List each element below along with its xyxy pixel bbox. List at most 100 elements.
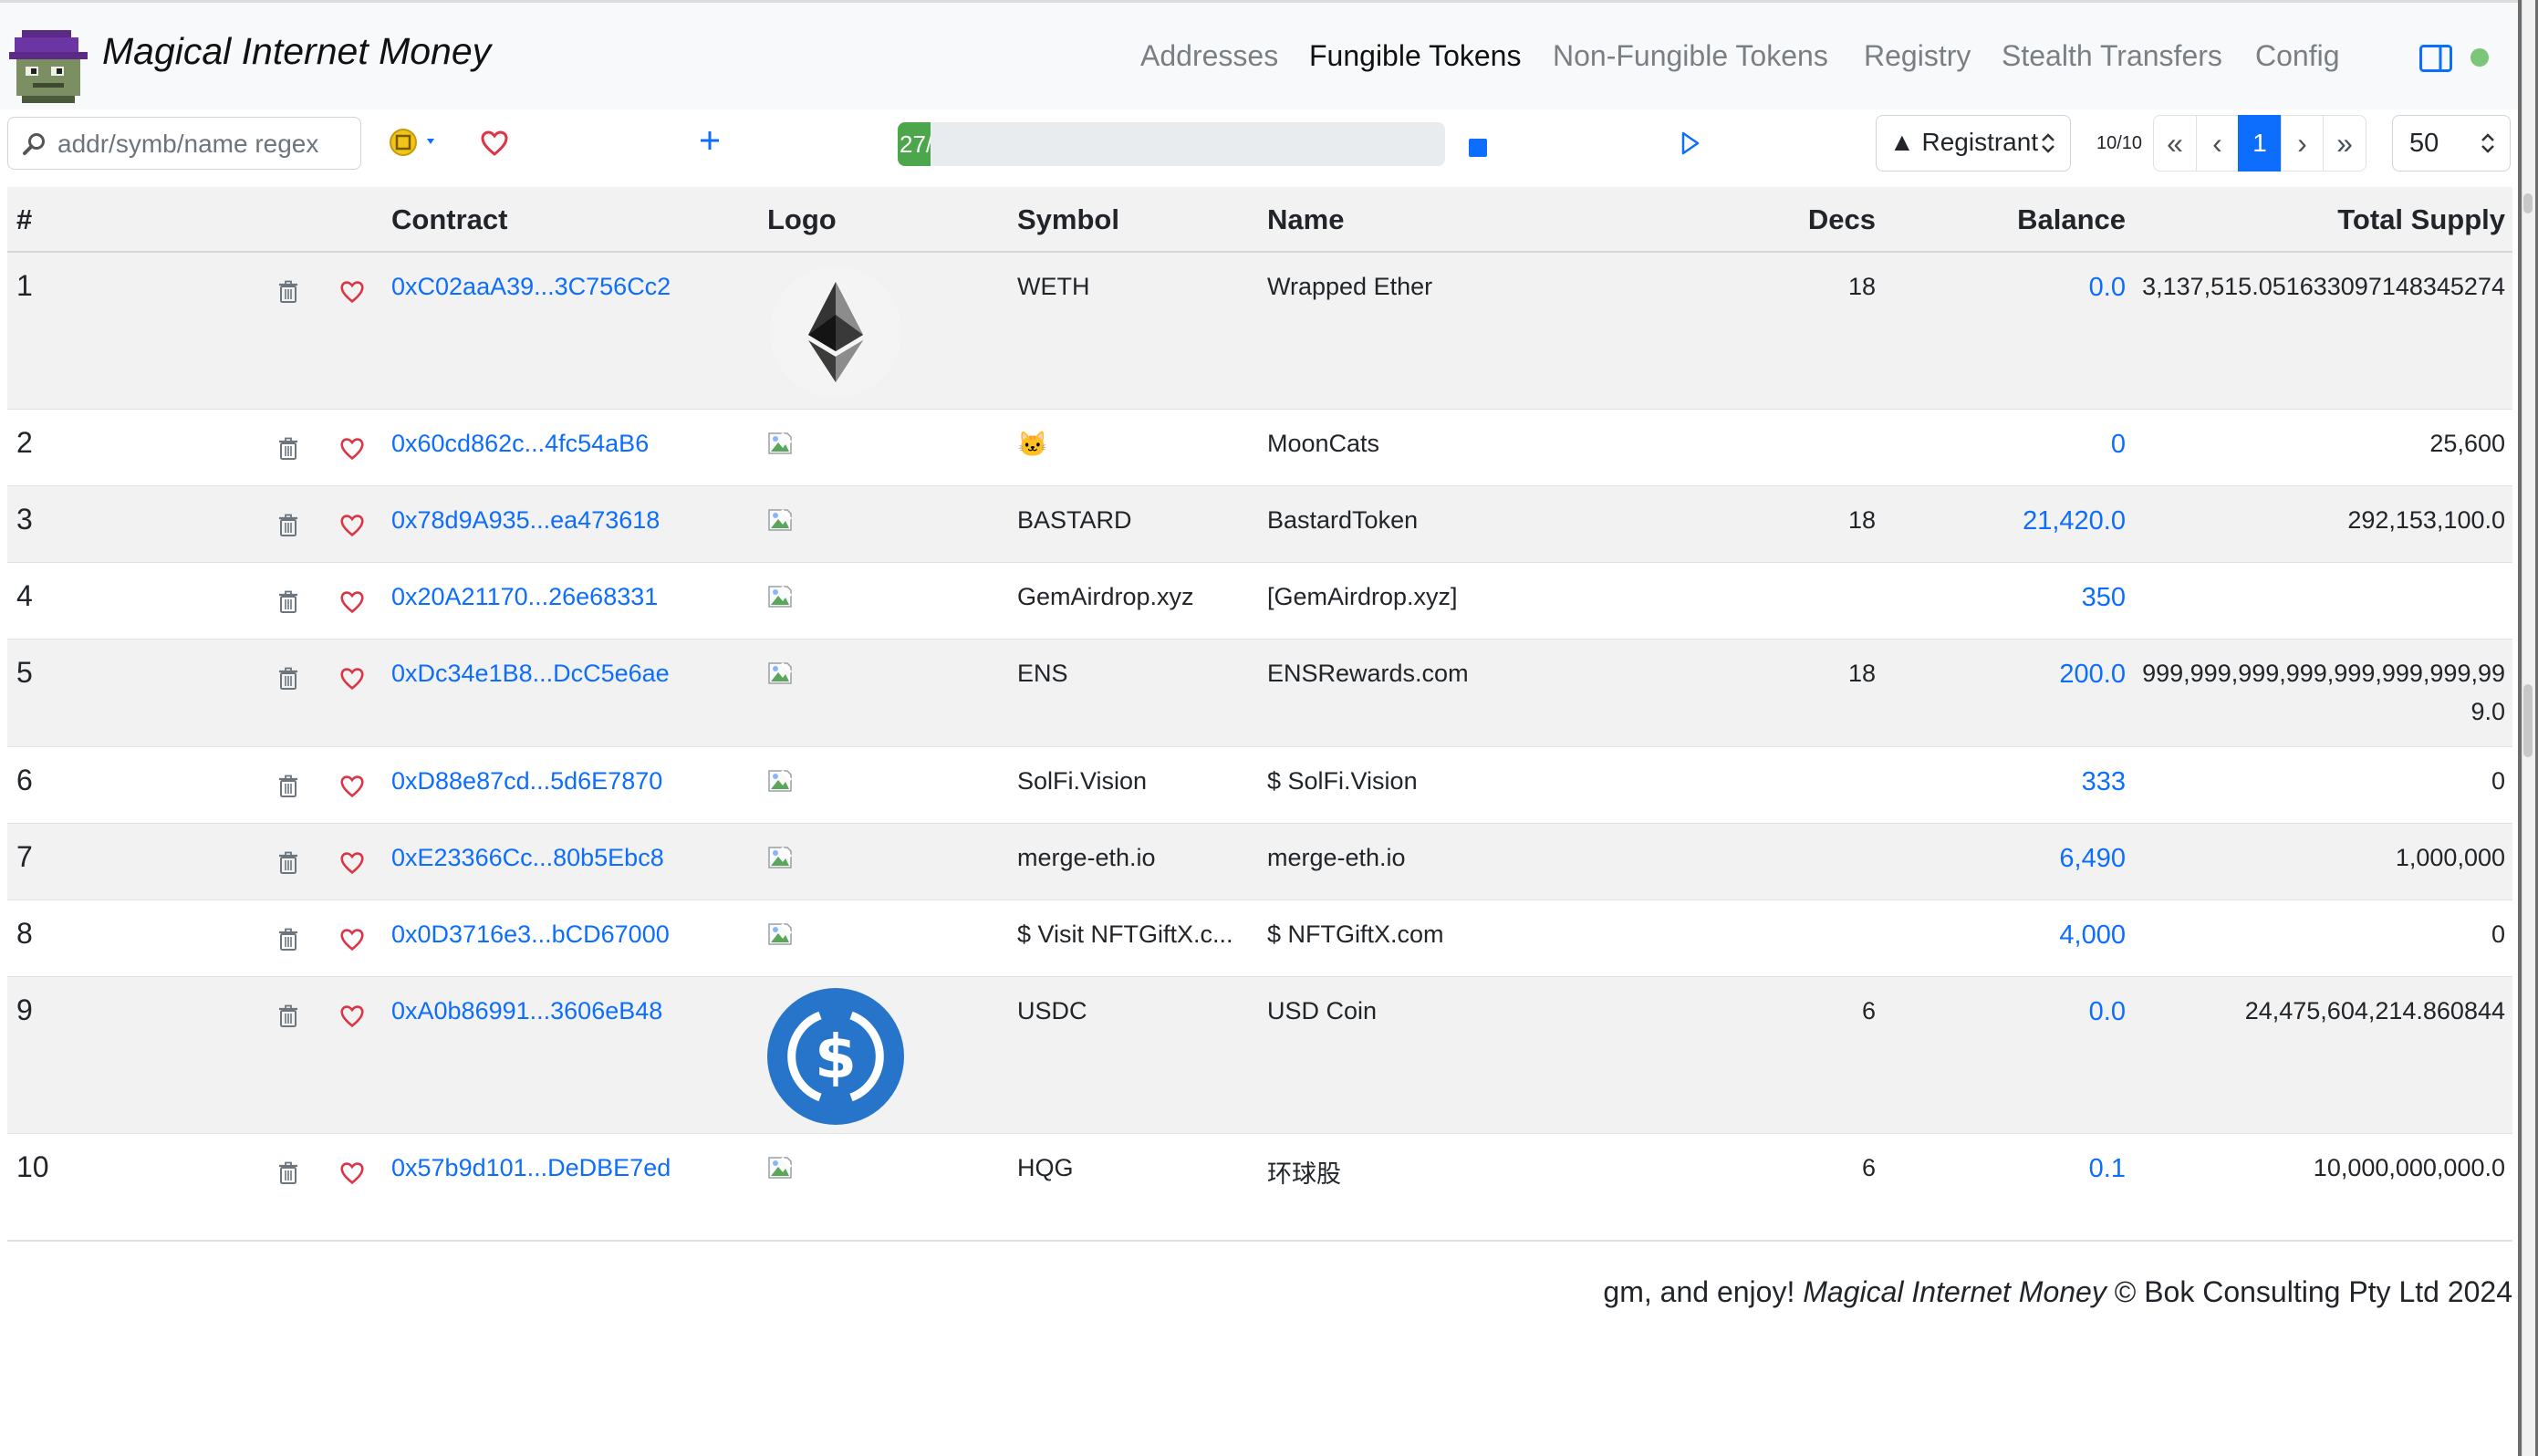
token-name: BastardToken: [1267, 506, 1419, 534]
sort-select[interactable]: ▲ Registrant: [1876, 115, 2071, 172]
connection-status-dot: [2470, 48, 2489, 67]
row-number: 2: [16, 426, 33, 459]
contract-address-link[interactable]: 0x20A21170...26e68331: [391, 583, 658, 611]
contract-address-link[interactable]: 0xA0b86991...3606eB48: [391, 997, 662, 1025]
table-row: 3 0x78d9A935...ea473618 BASTARD BastardToke…: [7, 486, 2512, 563]
token-balance-link[interactable]: 0: [1923, 430, 2126, 460]
results-count: 10/10: [2096, 133, 2143, 153]
token-balance-link[interactable]: 333: [1923, 767, 2126, 797]
broken-image-icon: [767, 1154, 795, 1186]
trash-icon[interactable]: [277, 280, 299, 308]
favourites-filter-heart-icon[interactable]: [480, 130, 509, 157]
token-symbol: WETH: [1017, 273, 1090, 300]
scrollbar-thumb[interactable]: [2523, 193, 2533, 213]
nav-stealth-transfers[interactable]: Stealth Transfers: [2002, 39, 2222, 73]
contract-address-link[interactable]: 0x78d9A935...ea473618: [391, 506, 660, 535]
token-total-supply: 3,137,515.051633097148345274: [2142, 273, 2505, 300]
token-balance-link[interactable]: 350: [1923, 583, 2126, 613]
token-balance-link[interactable]: 200.0: [1923, 660, 2126, 690]
nav-registry[interactable]: Registry: [1864, 39, 1971, 73]
per-page-select[interactable]: 50: [2392, 115, 2511, 172]
row-number: 6: [16, 764, 33, 796]
header-total-supply[interactable]: Total Supply: [2124, 203, 2505, 236]
filter-dropdown-icon[interactable]: [387, 126, 445, 159]
heart-icon[interactable]: [339, 1004, 365, 1033]
token-balance-link[interactable]: 0.0: [1923, 997, 2126, 1027]
table-row: 9 0xA0b86991...3606eB48 $ USDC USD Coin 6 0.0 2…: [7, 977, 2512, 1134]
app-title[interactable]: Magical Internet Money: [102, 30, 491, 73]
heart-icon[interactable]: [339, 928, 365, 956]
token-total-supply: 24,475,604,214.860844: [2244, 997, 2505, 1024]
token-balance-link[interactable]: 4,000: [1923, 920, 2126, 951]
header-num[interactable]: #: [16, 203, 32, 236]
token-name: ENSRewards.com: [1267, 660, 1469, 687]
nav-fungible-tokens[interactable]: Fungible Tokens: [1309, 39, 1521, 73]
heart-icon[interactable]: [339, 851, 365, 879]
footer-prefix: gm, and enjoy!: [1603, 1275, 1804, 1308]
trash-icon[interactable]: [277, 851, 299, 879]
trash-icon[interactable]: [277, 1004, 299, 1033]
contract-address-link[interactable]: 0x57b9d101...DeDBE7ed: [391, 1154, 671, 1182]
token-name: $ SolFi.Vision: [1267, 767, 1418, 795]
page-first-button[interactable]: «: [2153, 115, 2197, 172]
token-decimals: 6: [1861, 997, 1876, 1024]
contract-address-link[interactable]: 0xD88e87cd...5d6E7870: [391, 767, 662, 796]
heart-icon[interactable]: [339, 514, 365, 542]
token-name: Wrapped Ether: [1267, 273, 1433, 300]
nav-non-fungible-tokens[interactable]: Non-Fungible Tokens: [1553, 39, 1828, 73]
heart-icon[interactable]: [339, 280, 365, 308]
trash-icon[interactable]: [277, 437, 299, 465]
scrollbar-thumb-secondary[interactable]: [2523, 684, 2533, 757]
page-next-button[interactable]: ›: [2280, 115, 2325, 172]
trash-icon[interactable]: [277, 514, 299, 542]
token-balance-link[interactable]: 0.1: [1923, 1154, 2126, 1184]
select-arrows-icon: [2481, 133, 2494, 153]
broken-image-icon: [767, 506, 795, 538]
heart-icon[interactable]: [339, 775, 365, 803]
nav-config[interactable]: Config: [2255, 39, 2340, 73]
token-total-supply: 999,999,999,999,999,999,999,999.0: [2142, 660, 2505, 725]
table-row: 1 0xC02aaA39...3C756Cc2 WETH Wrapped Ether 1…: [7, 253, 2512, 410]
token-decimals: 18: [1847, 506, 1876, 534]
token-symbol: HQG: [1017, 1154, 1074, 1181]
trash-icon[interactable]: [277, 775, 299, 803]
app-logo-avatar: [9, 30, 88, 103]
play-sync-icon[interactable]: [1679, 130, 1702, 157]
page-1-button[interactable]: 1: [2238, 115, 2282, 172]
nav-addresses[interactable]: Addresses: [1140, 39, 1278, 73]
header-contract[interactable]: Contract: [391, 203, 507, 236]
heart-icon[interactable]: [339, 667, 365, 695]
header-name[interactable]: Name: [1267, 203, 1344, 236]
header-decs[interactable]: Decs: [1741, 203, 1876, 236]
heart-icon[interactable]: [339, 590, 365, 619]
table-row: 8 0x0D3716e3...bCD67000 $ Visit NFTGiftX.c…: [7, 900, 2512, 977]
contract-address-link[interactable]: 0x60cd862c...4fc54aB6: [391, 430, 649, 458]
header-balance[interactable]: Balance: [1923, 203, 2126, 236]
sync-progress-fill: 27/: [898, 122, 931, 166]
sort-select-label: ▲ Registrant: [1889, 128, 2039, 156]
heart-icon[interactable]: [339, 437, 365, 465]
page-last-button[interactable]: »: [2323, 115, 2366, 172]
trash-icon[interactable]: [277, 928, 299, 956]
contract-address-link[interactable]: 0x0D3716e3...bCD67000: [391, 920, 670, 949]
stop-sync-button[interactable]: [1469, 139, 1487, 157]
page-prev-button[interactable]: ‹: [2195, 115, 2240, 172]
token-decimals: 6: [1861, 1154, 1876, 1181]
search-input[interactable]: [56, 125, 351, 163]
header-symbol[interactable]: Symbol: [1017, 203, 1119, 236]
token-balance-link[interactable]: 6,490: [1923, 844, 2126, 874]
add-token-plus-icon[interactable]: [697, 128, 723, 153]
contract-address-link[interactable]: 0xE23366Cc...80b5Ebc8: [391, 844, 664, 872]
trash-icon[interactable]: [277, 667, 299, 695]
search-box[interactable]: [7, 117, 361, 170]
token-symbol: USDC: [1017, 997, 1087, 1024]
trash-icon[interactable]: [277, 590, 299, 619]
heart-icon[interactable]: [339, 1161, 365, 1190]
sidebar-toggle-icon[interactable]: [2419, 45, 2452, 72]
token-balance-link[interactable]: 21,420.0: [1923, 506, 2126, 536]
token-balance-link[interactable]: 0.0: [1923, 273, 2126, 303]
contract-address-link[interactable]: 0xC02aaA39...3C756Cc2: [391, 273, 671, 301]
footer-app-name: Magical Internet Money: [1803, 1275, 2106, 1308]
trash-icon[interactable]: [277, 1161, 299, 1190]
contract-address-link[interactable]: 0xDc34e1B8...DcC5e6ae: [391, 660, 670, 688]
